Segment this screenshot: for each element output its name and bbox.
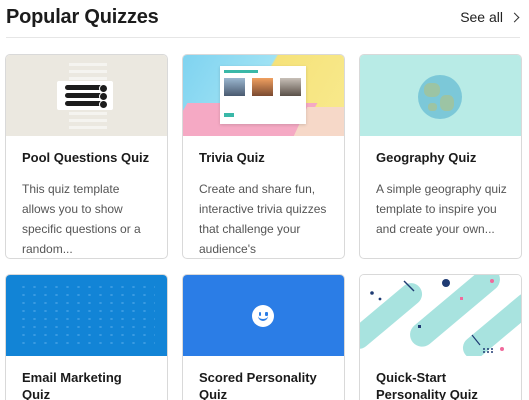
card-description: A simple geography quiz template to insp… [376,182,507,236]
continent-shape [424,83,440,97]
page-title: Popular Quizzes [6,6,159,28]
abstract-pattern [360,275,521,356]
section-header: Popular Quizzes See all [6,0,520,38]
pool-quiz-thumbnail [6,55,167,136]
card-title: Scored Personality Quiz [199,370,317,400]
quiz-card-quick-start-personality[interactable]: Quick-Start Personality Quiz [359,274,522,400]
chevron-right-icon [509,12,520,23]
continent-shape [428,103,437,111]
screen-button [224,113,234,117]
photo-thumbnail [224,78,245,96]
list-bar [65,84,108,93]
card-title: Email Marketing Quiz [22,370,122,400]
see-all-label: See all [460,9,503,25]
smiley-icon [252,305,274,327]
quiz-card-trivia[interactable]: Trivia Quiz Create and share fun, intera… [182,54,345,259]
quiz-card-pool-questions[interactable]: Pool Questions Quiz This quiz template a… [5,54,168,259]
card-title: Pool Questions Quiz [22,150,150,165]
list-illustration [57,81,113,110]
screen-header-bar [224,70,258,73]
photo-thumbnail [280,78,301,96]
card-title: Quick-Start Personality Quiz [376,370,478,400]
dot-pattern [18,283,155,348]
quiz-screen-illustration [220,66,306,124]
see-all-link[interactable]: See all [460,9,520,25]
card-description: This quiz template allows you to show sp… [22,182,141,256]
scored-quiz-thumbnail [183,275,344,356]
quiz-card-email-marketing[interactable]: Email Marketing Quiz [5,274,168,400]
smiley-mouth [258,315,268,321]
photo-thumbnail [252,78,273,96]
quiz-card-geography[interactable]: Geography Quiz A simple geography quiz t… [359,54,522,259]
continent-shape [440,95,454,111]
quick-start-quiz-thumbnail [360,275,521,356]
quiz-card-scored-personality[interactable]: Scored Personality Quiz [182,274,345,400]
list-bar [65,100,108,109]
globe-icon [418,75,462,119]
geography-quiz-thumbnail [360,55,521,136]
card-description: Create and share fun, interactive trivia… [199,182,327,256]
card-title: Geography Quiz [376,150,477,165]
email-quiz-thumbnail [6,275,167,356]
list-bar [65,92,108,101]
card-title: Trivia Quiz [199,150,265,165]
trivia-quiz-thumbnail [183,55,344,136]
